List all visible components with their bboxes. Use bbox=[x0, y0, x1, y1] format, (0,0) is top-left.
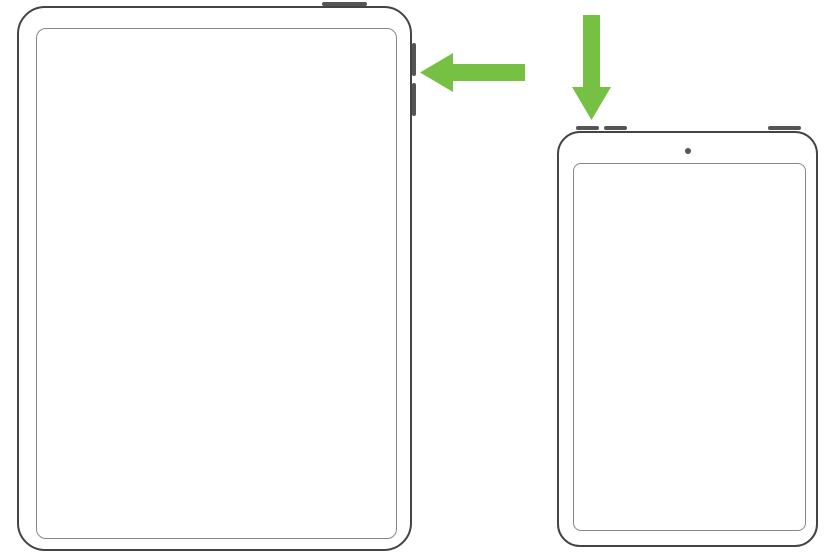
ipad-large-body bbox=[17, 6, 412, 551]
ipad-large bbox=[17, 3, 412, 551]
ipad-small-screen bbox=[573, 163, 806, 531]
ipad-small-volume-down bbox=[604, 126, 627, 130]
arrow-down-icon bbox=[569, 15, 614, 120]
ipad-small-camera-icon bbox=[685, 148, 691, 154]
ipad-large-screen bbox=[36, 28, 397, 539]
ipad-small-top-button bbox=[768, 126, 801, 130]
ipad-small-body bbox=[557, 131, 818, 547]
ipad-small-volume-up bbox=[576, 126, 599, 130]
arrow-left-icon bbox=[420, 50, 525, 95]
ipad-small bbox=[557, 127, 818, 547]
ipad-large-volume-down bbox=[412, 83, 416, 116]
ipad-large-volume-up bbox=[412, 43, 416, 76]
